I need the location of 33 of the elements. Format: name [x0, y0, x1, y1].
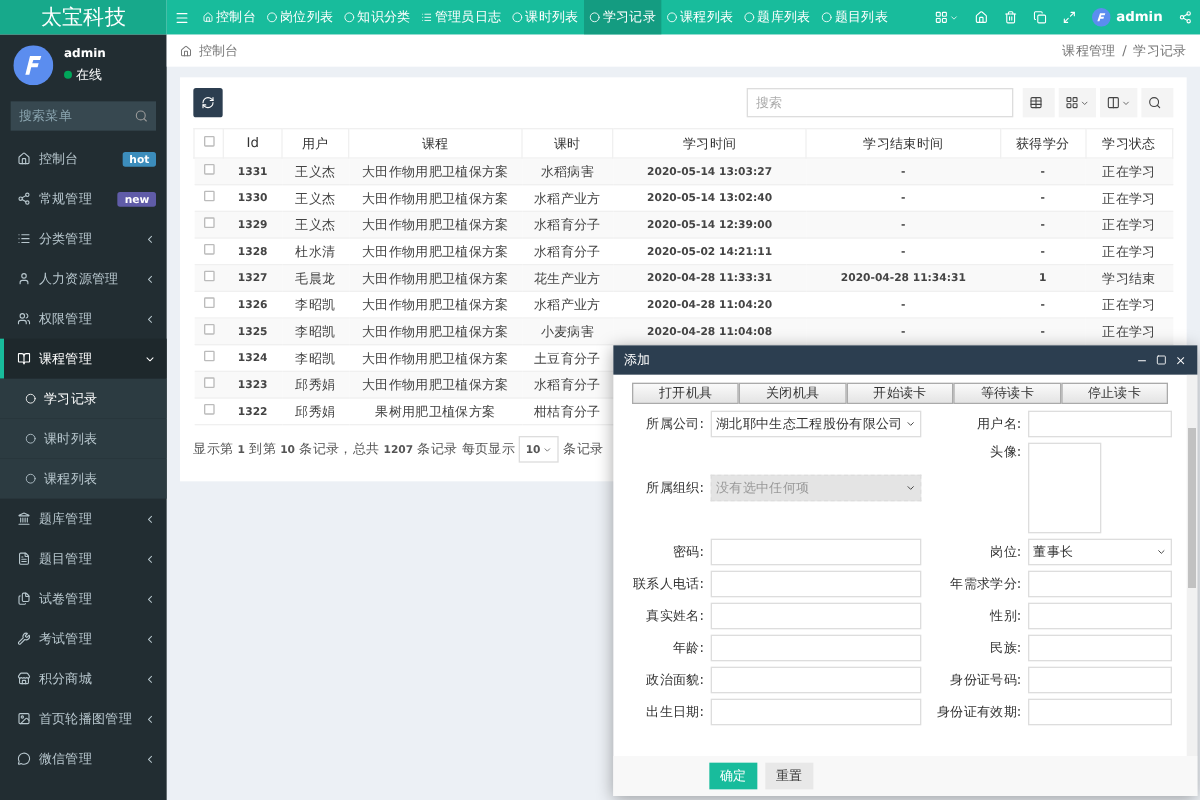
checkbox[interactable] — [203, 324, 214, 335]
checkbox[interactable] — [203, 350, 214, 362]
checkbox[interactable] — [203, 164, 214, 175]
checkbox[interactable] — [203, 404, 214, 415]
checkbox[interactable] — [203, 190, 214, 202]
input-field[interactable] — [1028, 698, 1172, 726]
input-field[interactable] — [1028, 634, 1172, 662]
input-field[interactable] — [1028, 570, 1172, 598]
search-button[interactable] — [1141, 88, 1174, 118]
scrollbar[interactable] — [1186, 374, 1198, 756]
checkbox[interactable] — [203, 244, 214, 255]
input-field[interactable] — [710, 602, 922, 630]
input-field[interactable] — [1028, 666, 1172, 694]
input-field[interactable] — [710, 634, 922, 662]
input-field[interactable] — [710, 538, 922, 566]
checkbox[interactable] — [203, 136, 214, 147]
export-button[interactable] — [1058, 88, 1096, 118]
avatar-icon — [1092, 8, 1111, 27]
table-view-button[interactable] — [1022, 88, 1055, 118]
avatar-icon — [13, 45, 54, 86]
refresh-button[interactable] — [193, 88, 223, 118]
checkbox[interactable] — [203, 377, 214, 388]
checkbox[interactable] — [203, 270, 214, 282]
input-field[interactable] — [710, 698, 922, 726]
checkbox[interactable] — [203, 217, 214, 228]
avatar-upload-box[interactable] — [1028, 442, 1102, 534]
input-field[interactable] — [1028, 602, 1172, 630]
input-field[interactable] — [710, 570, 922, 598]
brand-logo: 太宝科技 — [0, 0, 167, 35]
checkbox[interactable] — [203, 297, 214, 308]
input-field[interactable] — [1028, 410, 1172, 438]
input-field[interactable] — [710, 666, 922, 694]
columns-button[interactable] — [1100, 88, 1138, 118]
